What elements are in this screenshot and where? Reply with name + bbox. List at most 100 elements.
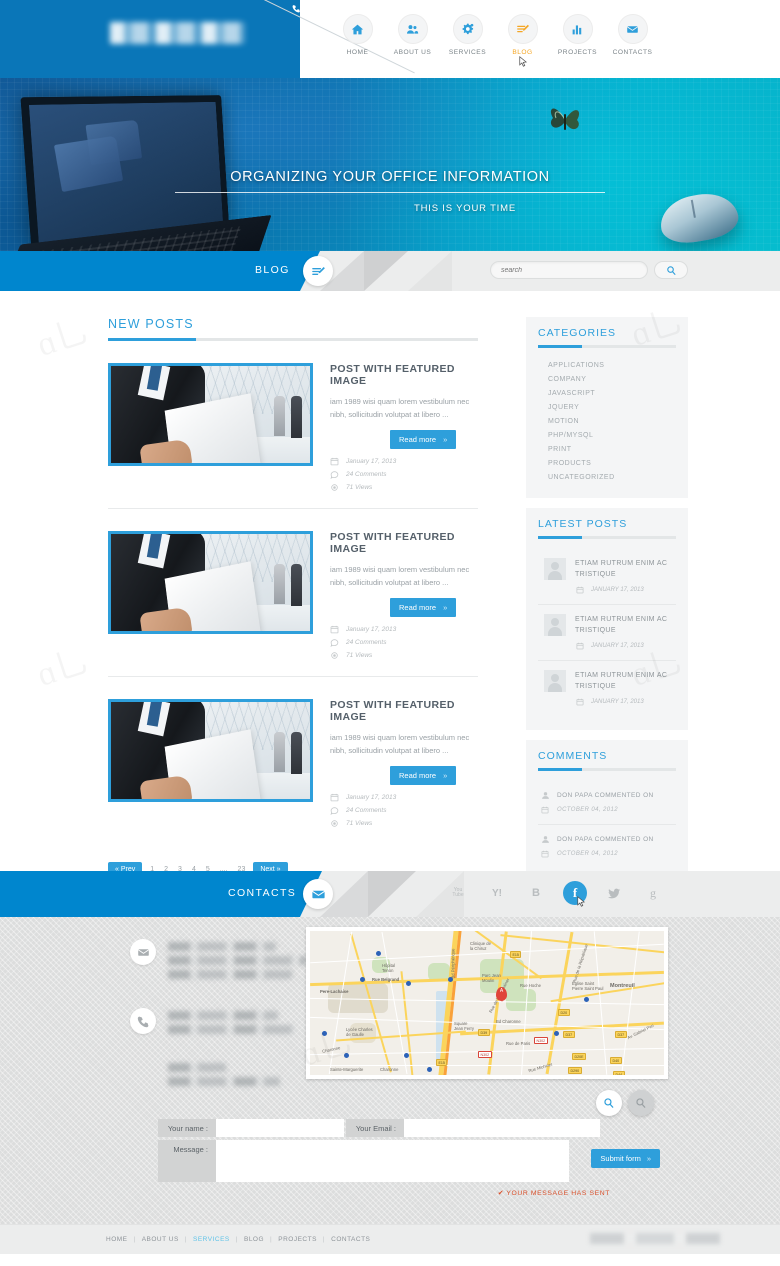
comment-item[interactable]: DON PAPA COMMENTED ON OCTOBER 04, 2012 bbox=[538, 825, 676, 868]
comment-item[interactable]: DON PAPA COMMENTED ON OCTOBER 04, 2012 bbox=[538, 781, 676, 825]
latest-post-date: JANUARY 17, 2013 bbox=[591, 643, 644, 649]
category-item[interactable]: APPLICATIONS bbox=[538, 358, 676, 372]
footer-nav-item[interactable]: ABOUT US bbox=[142, 1236, 179, 1243]
footer-nav-item[interactable]: CONTACTS bbox=[331, 1236, 370, 1243]
message-textarea[interactable] bbox=[216, 1140, 569, 1182]
zoom-out-icon[interactable] bbox=[628, 1090, 654, 1116]
category-item[interactable]: PRODUCTS bbox=[538, 456, 676, 470]
latest-post-item[interactable]: ETIAM RUTRUM ENIM AC TRISTIQUE JANUARY 17… bbox=[538, 661, 676, 716]
read-more-button[interactable]: Read more » bbox=[390, 430, 457, 449]
post-comments: 24 Comments bbox=[346, 807, 387, 814]
nav-item-about-us[interactable]: ABOUT US bbox=[385, 14, 440, 56]
twitter-icon[interactable] bbox=[602, 881, 626, 905]
youtube-icon[interactable]: You Tube bbox=[446, 881, 470, 905]
page-title-bar: BLOG bbox=[0, 251, 780, 291]
footer-nav-item[interactable]: HOME bbox=[106, 1236, 128, 1243]
post-date: January 17, 2013 bbox=[346, 626, 397, 633]
post-date-row: January 17, 2013 bbox=[330, 793, 478, 802]
search-input[interactable] bbox=[490, 261, 648, 279]
post-comments-row: 24 Comments bbox=[330, 470, 478, 479]
location-map[interactable]: E15 D20 D37 D37 D39 N302 N302 D20E D40 D… bbox=[310, 931, 664, 1075]
name-input[interactable] bbox=[216, 1119, 344, 1137]
category-item[interactable]: PRINT bbox=[538, 442, 676, 456]
calendar-icon bbox=[540, 849, 550, 859]
yahoo-icon[interactable]: Y! bbox=[485, 881, 509, 905]
latest-post-title[interactable]: ETIAM RUTRUM ENIM AC TRISTIQUE bbox=[575, 558, 676, 580]
latest-post-item[interactable]: ETIAM RUTRUM ENIM AC TRISTIQUE JANUARY 17… bbox=[538, 605, 676, 661]
latest-post-item[interactable]: ETIAM RUTRUM ENIM AC TRISTIQUE JANUARY 17… bbox=[538, 549, 676, 605]
category-item[interactable]: COMPANY bbox=[538, 372, 676, 386]
map-marker[interactable]: A bbox=[496, 987, 507, 1002]
site-logo[interactable] bbox=[110, 22, 245, 44]
categories-title: CATEGORIES bbox=[538, 327, 617, 339]
latest-post-title[interactable]: ETIAM RUTRUM ENIM AC TRISTIQUE bbox=[575, 670, 676, 692]
search-button[interactable] bbox=[654, 261, 688, 279]
form-row-name-email: Your name : Your Email : bbox=[158, 1119, 628, 1137]
widget-underline bbox=[538, 345, 676, 348]
hero-divider bbox=[175, 192, 605, 193]
comment-date-row: OCTOBER 04, 2012 bbox=[540, 849, 676, 859]
contacts-bar-title: CONTACTS bbox=[228, 887, 297, 899]
blogger-icon[interactable]: B bbox=[524, 881, 548, 905]
read-more-button[interactable]: Read more » bbox=[390, 598, 457, 617]
latest-post-title[interactable]: ETIAM RUTRUM ENIM AC TRISTIQUE bbox=[575, 614, 676, 636]
nav-item-services[interactable]: SERVICES bbox=[440, 14, 495, 56]
contact-address-value bbox=[168, 1063, 310, 1086]
footer-nav-item[interactable]: PROJECTS bbox=[278, 1236, 317, 1243]
post-date-row: January 17, 2013 bbox=[330, 457, 478, 466]
post-thumbnail[interactable] bbox=[108, 363, 313, 466]
chevron-right-icon: » bbox=[443, 603, 448, 612]
contact-email-row bbox=[130, 939, 310, 984]
nav-item-blog[interactable]: BLOG bbox=[495, 14, 550, 67]
nav-item-projects[interactable]: PROJECTS bbox=[550, 14, 605, 56]
post-thumbnail[interactable] bbox=[108, 699, 313, 802]
post-title[interactable]: POST WITH FEATURED IMAGE bbox=[330, 531, 478, 555]
chevron-right-icon: » bbox=[646, 1154, 651, 1163]
post-thumbnail[interactable] bbox=[108, 531, 313, 634]
pencil-lines-icon bbox=[303, 256, 333, 286]
nav-item-contacts[interactable]: CONTACTS bbox=[605, 14, 660, 56]
read-more-label: Read more bbox=[399, 603, 437, 612]
comment-author: DON PAPA COMMENTED ON bbox=[557, 835, 654, 843]
latest-posts-widget: LATEST POSTS ETIAM RUTRUM ENIM AC TRISTI… bbox=[526, 508, 688, 730]
category-item[interactable]: PHP/MYSQL bbox=[538, 428, 676, 442]
bar-chart-icon bbox=[562, 14, 593, 44]
post-comments: 24 Comments bbox=[346, 471, 387, 478]
calendar-icon bbox=[330, 793, 339, 802]
footer-nav-item[interactable]: BLOG bbox=[244, 1236, 264, 1243]
category-item[interactable]: MOTION bbox=[538, 414, 676, 428]
zoom-in-icon[interactable] bbox=[596, 1090, 622, 1116]
calendar-icon bbox=[330, 625, 339, 634]
footer-separator: | bbox=[322, 1236, 326, 1243]
category-item[interactable]: JQUERY bbox=[538, 400, 676, 414]
map-zoom-controls bbox=[596, 1090, 654, 1116]
nav-item-home[interactable]: HOME bbox=[330, 14, 385, 56]
read-more-button[interactable]: Read more » bbox=[390, 766, 457, 785]
post-excerpt: iam 1989 wisi quam lorem vestibulum nec … bbox=[330, 733, 470, 755]
facebook-icon[interactable]: f bbox=[563, 881, 587, 907]
category-item[interactable]: JAVASCRIPT bbox=[538, 386, 676, 400]
mouse-cursor bbox=[519, 56, 528, 67]
submit-form-button[interactable]: Submit form » bbox=[591, 1149, 660, 1168]
section-underline bbox=[108, 338, 478, 341]
title-bar-triangle bbox=[408, 251, 452, 291]
comment-author-row: DON PAPA COMMENTED ON bbox=[540, 834, 676, 844]
name-label: Your name : bbox=[158, 1119, 216, 1137]
site-footer: HOME | ABOUT US | SERVICES | BLOG | PROJECTS | CON… bbox=[0, 1224, 780, 1254]
post-title[interactable]: POST WITH FEATURED IMAGE bbox=[330, 363, 478, 387]
header-brand-panel bbox=[0, 0, 378, 78]
post-title[interactable]: POST WITH FEATURED IMAGE bbox=[330, 699, 478, 723]
widget-underline bbox=[538, 768, 676, 771]
calendar-icon bbox=[575, 697, 585, 707]
avatar bbox=[544, 614, 566, 636]
google-icon[interactable]: g bbox=[641, 881, 665, 905]
email-label: Your Email : bbox=[346, 1119, 404, 1137]
post-comments: 24 Comments bbox=[346, 639, 387, 646]
footer-nav-item[interactable]: SERVICES bbox=[193, 1236, 230, 1243]
eye-icon bbox=[330, 483, 339, 492]
comment-date: OCTOBER 04, 2012 bbox=[557, 807, 618, 813]
email-input[interactable] bbox=[404, 1119, 600, 1137]
category-item[interactable]: UNCATEGORIZED bbox=[538, 470, 676, 484]
nav-label: PROJECTS bbox=[557, 49, 598, 56]
contact-info bbox=[130, 939, 310, 1091]
